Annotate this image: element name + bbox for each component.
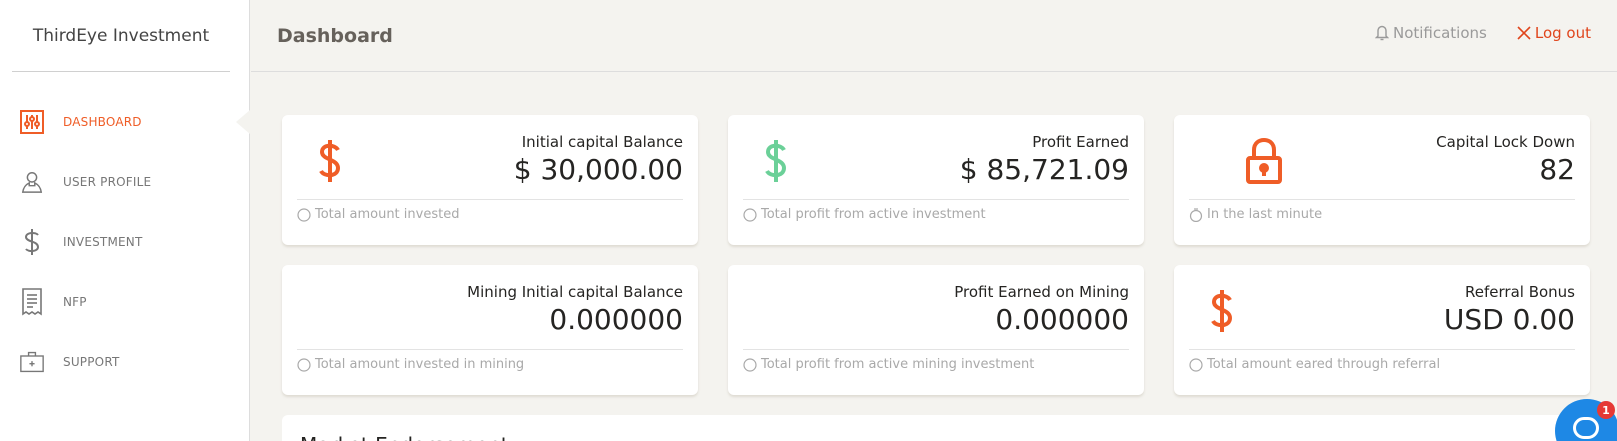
stat-footer: In the last minute — [1189, 207, 1322, 222]
top-actions: Notifications Log out — [1374, 0, 1591, 66]
divider — [297, 199, 683, 200]
sidebar: ThirdEye Investment DASHBOARD USER PROFI… — [0, 0, 250, 441]
receipt-icon — [20, 287, 44, 317]
user-icon — [20, 167, 44, 197]
briefcase-icon — [20, 347, 44, 377]
stat-footer: Total profit from active investment — [743, 207, 986, 222]
stat-footer-text: Total profit from active investment — [761, 207, 986, 222]
stat-footer-text: Total profit from active mining investme… — [761, 357, 1035, 372]
sidebar-item-dashboard[interactable]: DASHBOARD — [0, 92, 250, 152]
stat-footer: Total amount eared through referral — [1189, 357, 1440, 372]
stat-footer-text: Total amount invested — [315, 207, 460, 222]
circle-icon — [743, 207, 757, 222]
page-title: Dashboard — [277, 24, 393, 47]
stat-footer: Total amount invested — [297, 207, 459, 222]
dollar-icon — [752, 135, 800, 187]
logout-link[interactable]: Log out — [1517, 24, 1591, 42]
dashboard-icon — [20, 107, 44, 137]
stat-card-profit-mining: Profit Earned on Mining 0.000000 Total p… — [728, 265, 1144, 395]
sidebar-item-label: USER PROFILE — [63, 175, 152, 189]
stat-label: Initial capital Balance — [521, 133, 683, 151]
circle-icon — [297, 357, 311, 372]
sidebar-item-label: NFP — [63, 295, 87, 309]
circle-icon — [1189, 357, 1203, 372]
stat-footer: Total amount invested in mining — [297, 357, 524, 372]
stat-value: 0.000000 — [549, 303, 683, 336]
brand-logo[interactable]: ThirdEye Investment — [12, 0, 230, 72]
bell-icon — [1374, 25, 1389, 41]
logout-label: Log out — [1534, 24, 1591, 42]
stat-label: Mining Initial capital Balance — [467, 283, 683, 301]
chat-unread-badge: 1 — [1597, 401, 1615, 419]
sidebar-item-investment[interactable]: INVESTMENT — [0, 212, 249, 272]
active-indicator — [236, 110, 250, 134]
stat-value: USD 0.00 — [1443, 303, 1575, 336]
stat-footer-text: In the last minute — [1207, 207, 1323, 222]
sidebar-item-label: SUPPORT — [63, 355, 120, 369]
dollar-icon — [1198, 285, 1246, 337]
stat-card-mining-initial-capital: Mining Initial capital Balance 0.000000 … — [282, 265, 698, 395]
stat-card-initial-capital: Initial capital Balance $ 30,000.00 Tota… — [282, 115, 698, 245]
sidebar-item-nfp[interactable]: NFP — [0, 272, 249, 332]
stat-footer-text: Total amount invested in mining — [315, 357, 525, 372]
chat-icon — [1573, 417, 1599, 439]
divider — [743, 349, 1129, 350]
divider — [1189, 199, 1575, 200]
sidebar-item-support[interactable]: SUPPORT — [0, 332, 249, 392]
topbar: Dashboard Notifications Log out — [251, 0, 1617, 72]
divider — [297, 349, 683, 350]
circle-icon — [743, 357, 757, 372]
stat-value: $ 85,721.09 — [959, 153, 1129, 186]
sidebar-item-label: INVESTMENT — [63, 235, 143, 249]
dollar-icon — [306, 135, 354, 187]
stat-value: $ 30,000.00 — [513, 153, 683, 186]
circle-icon — [297, 207, 311, 222]
stat-value: 0.000000 — [995, 303, 1129, 336]
divider — [1189, 349, 1575, 350]
stat-card-capital-lock-down: Capital Lock Down 82 In the last minute — [1174, 115, 1590, 245]
panel-title: Market Endorsement — [300, 433, 509, 441]
stat-card-referral-bonus: Referral Bonus USD 0.00 Total amount ear… — [1174, 265, 1590, 395]
stat-footer: Total profit from active mining investme… — [743, 357, 1034, 372]
timer-icon — [1189, 207, 1203, 222]
market-endorsement-panel: Market Endorsement — [282, 415, 1591, 441]
dollar-icon — [20, 227, 44, 257]
divider — [743, 199, 1129, 200]
stat-label: Profit Earned on Mining — [954, 283, 1129, 301]
stat-label: Capital Lock Down — [1436, 133, 1575, 151]
sidebar-item-user-profile[interactable]: USER PROFILE — [0, 152, 249, 212]
sidebar-item-label: DASHBOARD — [63, 115, 142, 129]
notifications-link[interactable]: Notifications — [1374, 24, 1487, 42]
stat-label: Referral Bonus — [1465, 283, 1575, 301]
close-icon — [1517, 26, 1531, 40]
sidebar-nav: DASHBOARD USER PROFILE INVESTMENT NFP SU… — [0, 92, 250, 392]
notifications-label: Notifications — [1392, 24, 1487, 42]
lock-icon — [1240, 135, 1288, 187]
stat-value: 82 — [1539, 153, 1575, 186]
stat-footer-text: Total amount eared through referral — [1207, 357, 1441, 372]
stat-label: Profit Earned — [1032, 133, 1129, 151]
stat-card-profit-earned: Profit Earned $ 85,721.09 Total profit f… — [728, 115, 1144, 245]
